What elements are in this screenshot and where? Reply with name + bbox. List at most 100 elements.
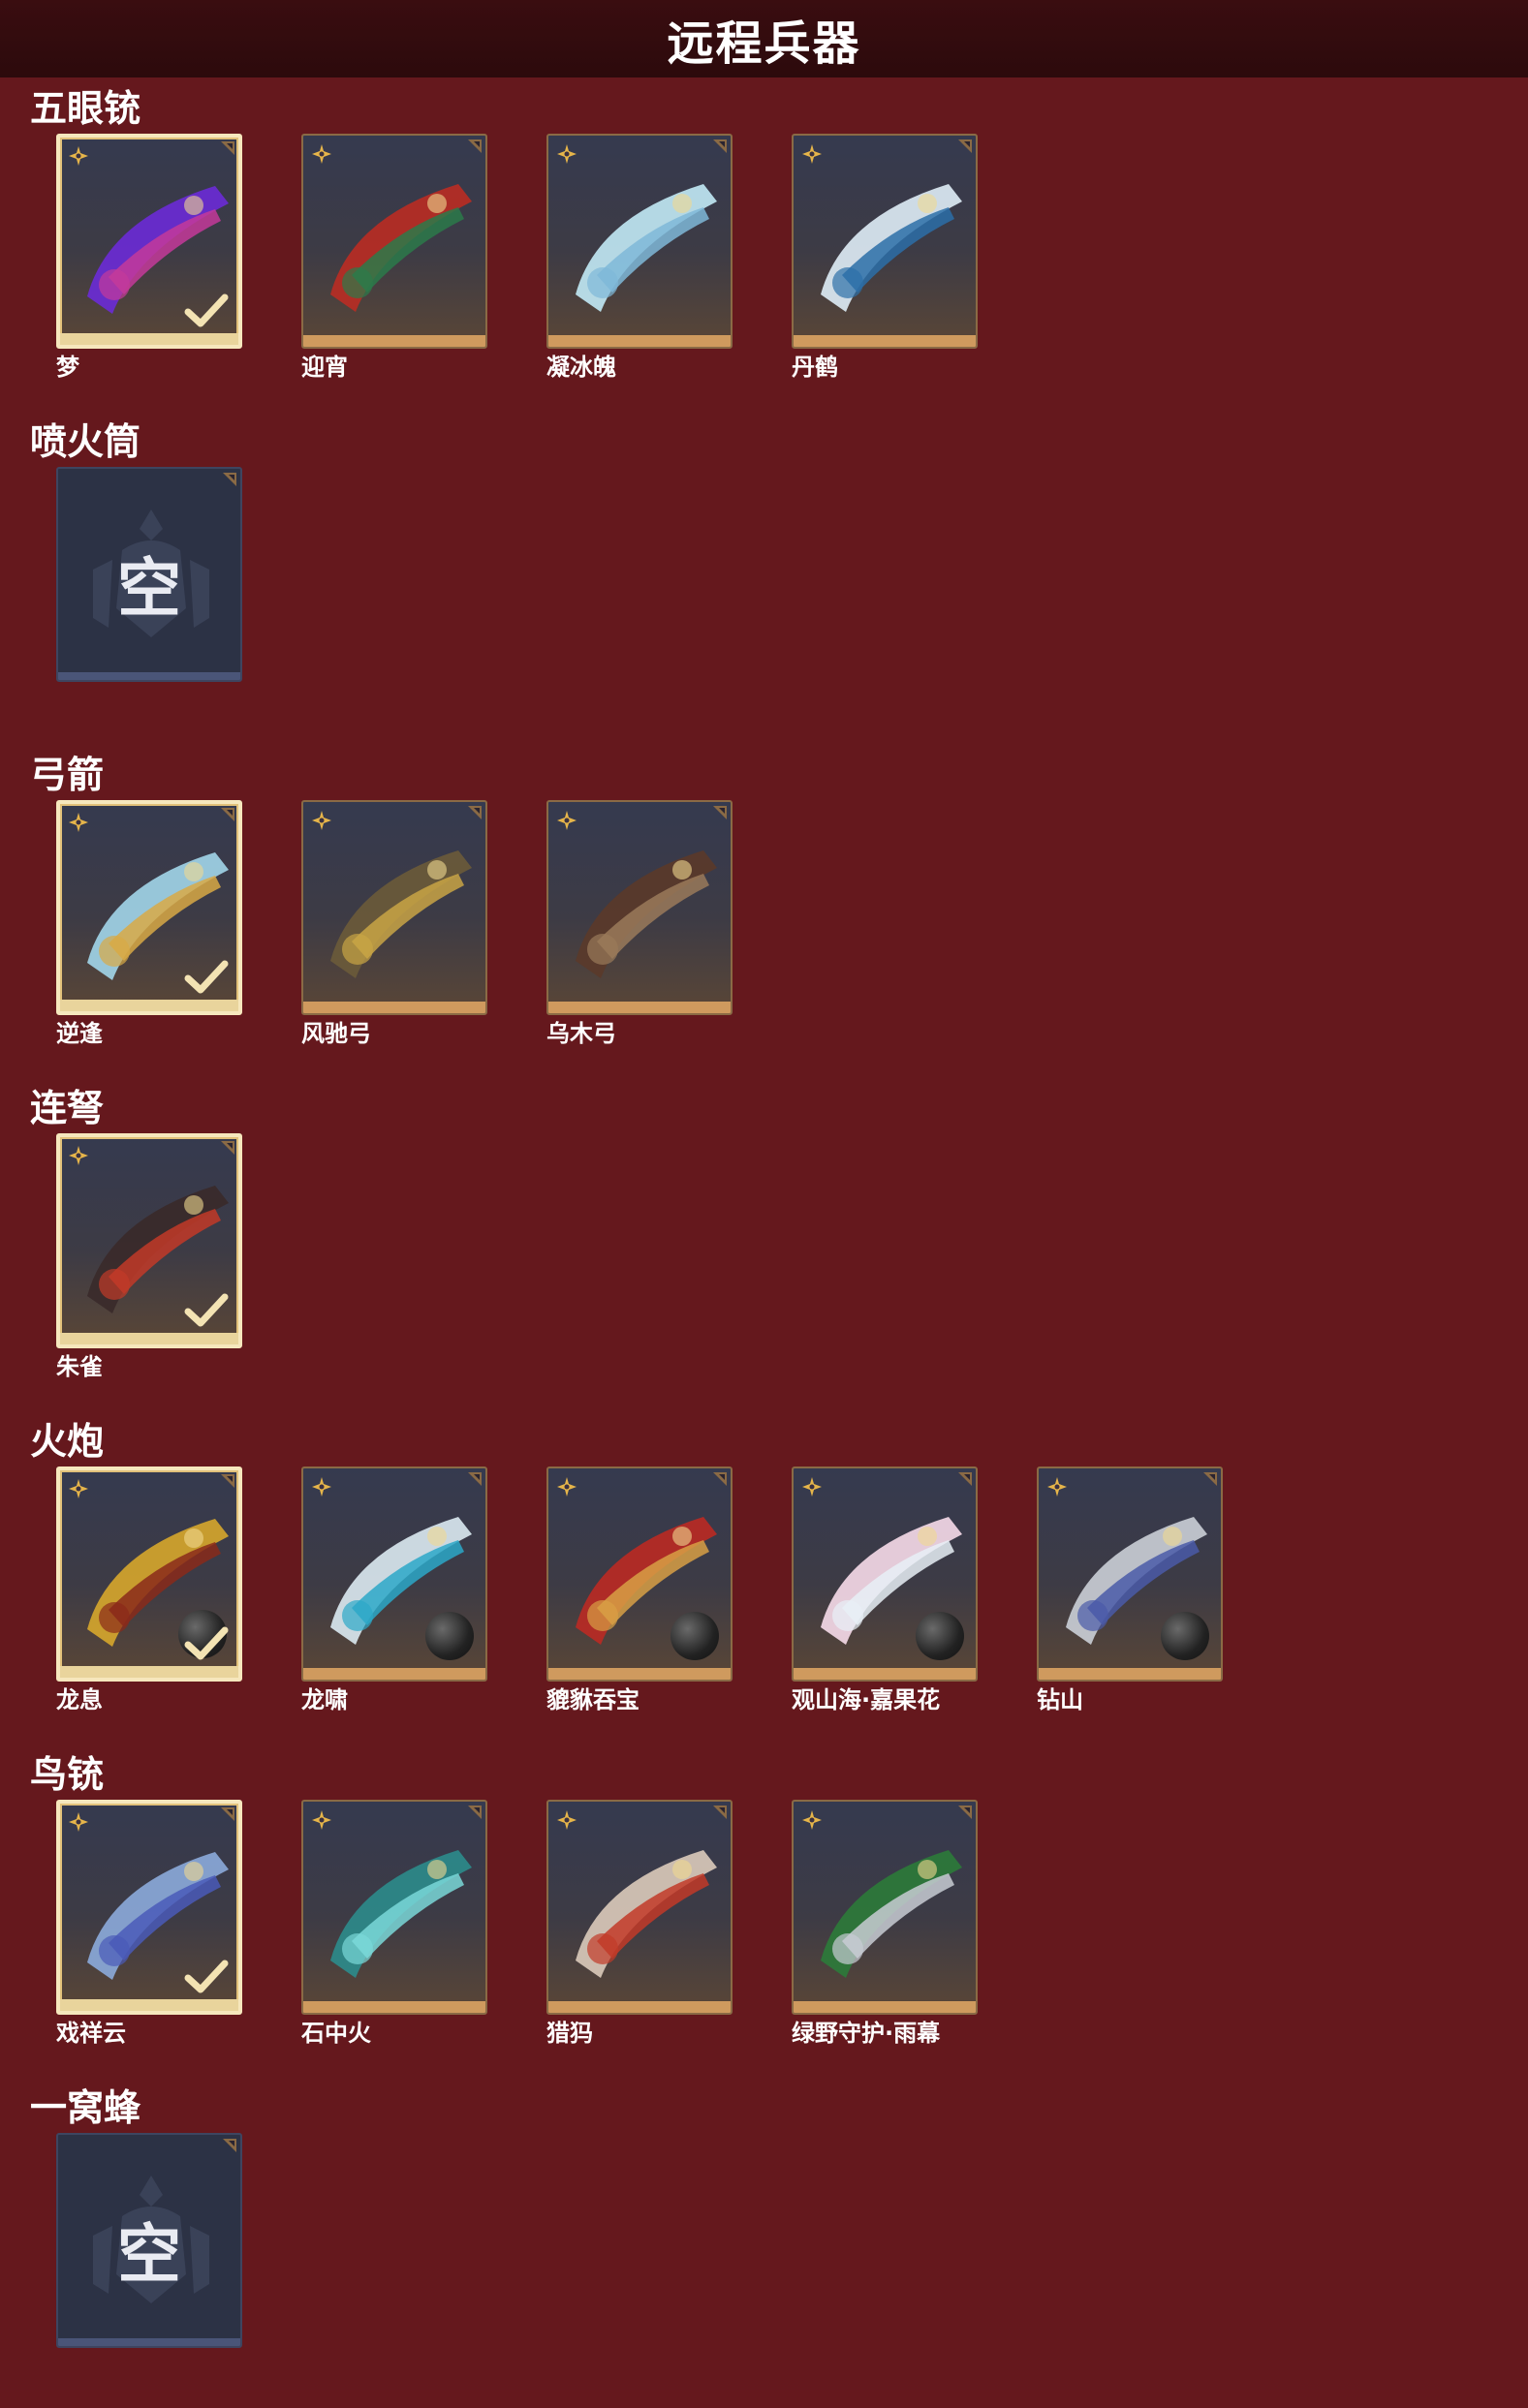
slot-frame — [546, 800, 733, 1015]
rarity-star-icon — [69, 1146, 88, 1165]
weapon-name: 戏祥云 — [56, 2020, 126, 2047]
category-title: 连弩 — [30, 1087, 105, 1129]
empty-label: 空 — [117, 551, 181, 626]
rarity-star-icon — [557, 1477, 577, 1497]
weapon-name: 乌木弓 — [546, 1020, 616, 1047]
category-title: 喷火筒 — [30, 420, 141, 463]
weapon-image — [576, 850, 717, 978]
corner-fold-icon — [221, 141, 234, 155]
weapon-image — [821, 1850, 962, 1978]
slot-frame — [56, 1800, 242, 2015]
slot-frame — [301, 800, 487, 1015]
weapon-card[interactable]: 凝冰魄 — [546, 134, 733, 381]
weapon-name: 朱雀 — [56, 1353, 103, 1380]
weapon-card[interactable]: 观山海·嘉果花 — [792, 1466, 978, 1713]
rarity-star-icon — [802, 1810, 822, 1830]
slot-frame — [56, 1466, 242, 1682]
slot-frame — [1037, 1466, 1223, 1682]
slot-frame — [56, 1133, 242, 1348]
cannonball-icon — [916, 1612, 964, 1660]
weapon-card[interactable]: 乌木弓 — [546, 800, 733, 1047]
weapon-name: 迎宵 — [301, 354, 348, 381]
weapon-name: 钻山 — [1037, 1686, 1083, 1713]
equipped-check-icon — [184, 1626, 229, 1660]
cannonball-icon — [1161, 1612, 1209, 1660]
slot-frame — [546, 1800, 733, 2015]
corner-fold-icon — [713, 806, 727, 819]
equipped-check-icon — [184, 1293, 229, 1327]
weapon-name: 逆逢 — [56, 1020, 103, 1047]
weapon-card[interactable]: 龙息 — [56, 1466, 242, 1713]
slot-frame — [56, 134, 242, 349]
weapon-name: 丹鹤 — [792, 354, 838, 381]
weapon-card[interactable]: 龙啸 — [301, 1466, 487, 1713]
weapon-name: 龙息 — [56, 1686, 103, 1713]
corner-fold-icon — [958, 1472, 972, 1486]
weapon-card[interactable]: 迎宵 — [301, 134, 487, 381]
slot-frame — [301, 1466, 487, 1682]
equipped-check-icon — [184, 1960, 229, 1993]
slot-frame — [56, 800, 242, 1015]
weapon-card[interactable]: 猎犸 — [546, 1800, 733, 2047]
slot-frame: 空 — [56, 2133, 242, 2348]
rarity-star-icon — [69, 1479, 88, 1498]
weapon-card[interactable]: 风驰弓 — [301, 800, 487, 1047]
weapon-name: 风驰弓 — [301, 1020, 371, 1047]
category-title: 鸟铳 — [30, 1753, 105, 1796]
rarity-star-icon — [557, 1810, 577, 1830]
corner-fold-icon — [223, 473, 236, 486]
weapon-card[interactable]: 逆逢 — [56, 800, 242, 1047]
corner-fold-icon — [468, 1806, 482, 1819]
corner-fold-icon — [223, 2139, 236, 2152]
rarity-star-icon — [312, 1810, 331, 1830]
weapon-name: 貔貅吞宝 — [546, 1686, 639, 1713]
corner-fold-icon — [958, 139, 972, 153]
weapon-card[interactable]: 貔貅吞宝 — [546, 1466, 733, 1713]
rarity-star-icon — [802, 144, 822, 164]
weapon-name: 凝冰魄 — [546, 354, 616, 381]
slot-frame — [792, 1800, 978, 2015]
weapon-name: 龙啸 — [301, 1686, 348, 1713]
corner-fold-icon — [468, 139, 482, 153]
category-title: 一窝蜂 — [30, 2086, 141, 2129]
rarity-star-icon — [802, 1477, 822, 1497]
weapon-image — [576, 184, 717, 312]
rarity-star-icon — [312, 811, 331, 830]
equipped-check-icon — [184, 960, 229, 994]
weapon-name: 绿野守护·雨幕 — [792, 2020, 941, 2047]
rarity-star-icon — [557, 144, 577, 164]
weapon-name: 观山海·嘉果花 — [792, 1686, 941, 1713]
corner-fold-icon — [958, 1806, 972, 1819]
slot-frame — [546, 1466, 733, 1682]
rarity-star-icon — [69, 1812, 88, 1832]
empty-weapon-slot[interactable]: 空 — [56, 2133, 242, 2348]
empty-weapon-slot[interactable]: 空 — [56, 467, 242, 682]
weapon-image — [576, 1850, 717, 1978]
weapon-name: 石中火 — [301, 2020, 371, 2047]
rarity-star-icon — [312, 144, 331, 164]
slot-frame — [792, 1466, 978, 1682]
slot-frame — [301, 134, 487, 349]
weapon-card[interactable]: 戏祥云 — [56, 1800, 242, 2047]
weapon-card[interactable]: 石中火 — [301, 1800, 487, 2047]
slot-frame — [301, 1800, 487, 2015]
rarity-star-icon — [312, 1477, 331, 1497]
corner-fold-icon — [221, 808, 234, 821]
category-title: 火炮 — [30, 1420, 105, 1463]
corner-fold-icon — [468, 1472, 482, 1486]
category-title: 五眼铳 — [30, 87, 141, 130]
corner-fold-icon — [468, 806, 482, 819]
equipped-check-icon — [184, 293, 229, 327]
rarity-star-icon — [557, 811, 577, 830]
weapon-card[interactable]: 朱雀 — [56, 1133, 242, 1380]
weapon-card[interactable]: 绿野守护·雨幕 — [792, 1800, 978, 2047]
weapon-name: 猎犸 — [546, 2020, 593, 2047]
weapon-card[interactable]: 梦 — [56, 134, 242, 381]
corner-fold-icon — [221, 1141, 234, 1155]
slot-frame — [792, 134, 978, 349]
cannonball-icon — [425, 1612, 474, 1660]
slot-frame — [546, 134, 733, 349]
weapon-card[interactable]: 丹鹤 — [792, 134, 978, 381]
weapon-card[interactable]: 钻山 — [1037, 1466, 1223, 1713]
corner-fold-icon — [221, 1474, 234, 1488]
